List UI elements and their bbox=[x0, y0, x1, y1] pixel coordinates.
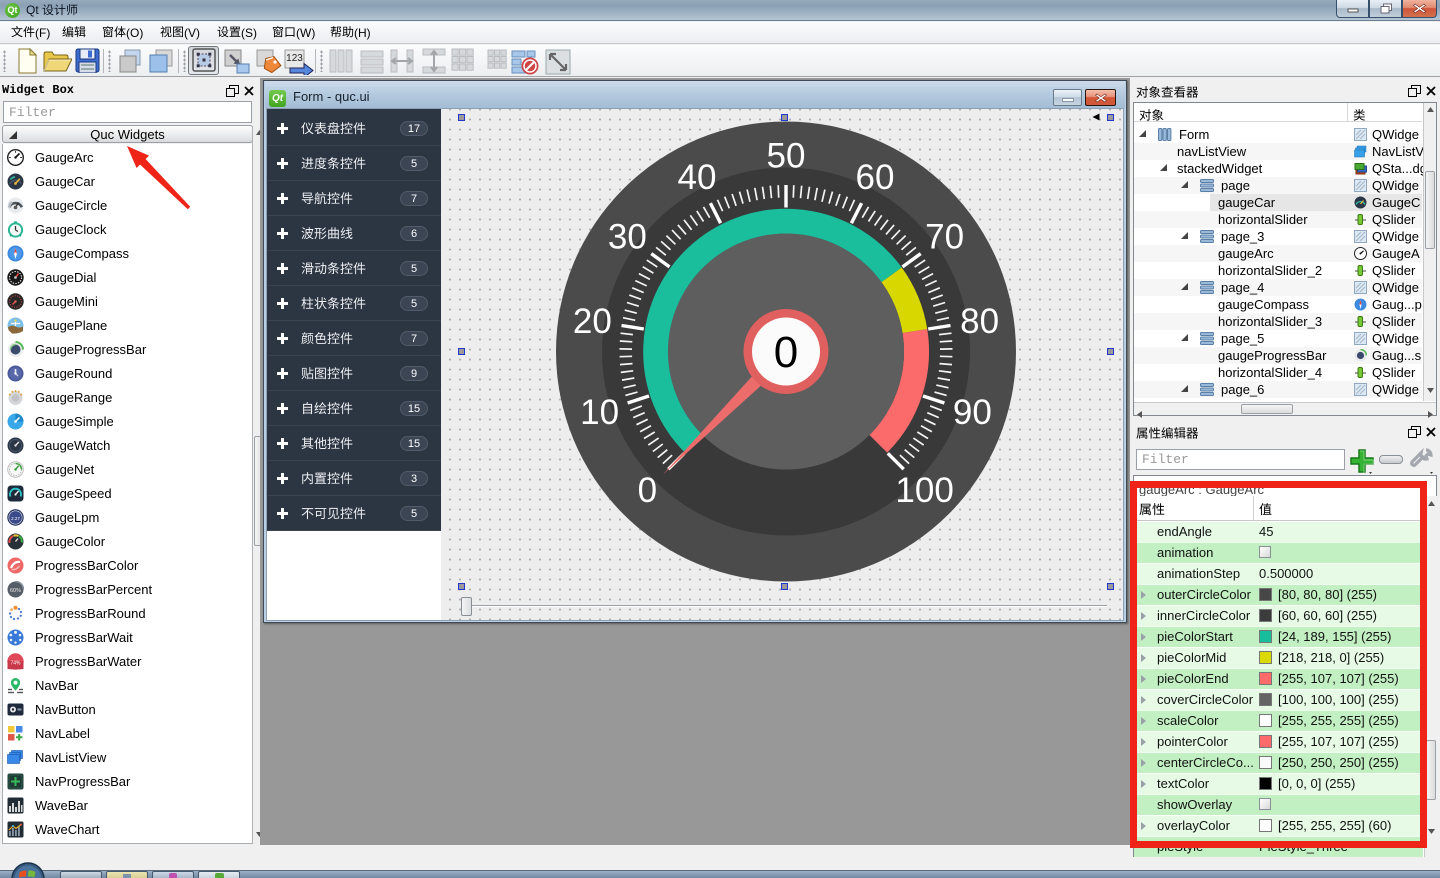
svg-text:50: 50 bbox=[767, 137, 806, 176]
svg-text:0: 0 bbox=[638, 471, 657, 510]
svg-text:60: 60 bbox=[856, 158, 895, 197]
svg-text:0: 0 bbox=[774, 328, 798, 377]
svg-text:100: 100 bbox=[895, 471, 953, 510]
svg-text:20: 20 bbox=[573, 302, 612, 341]
svg-text:90: 90 bbox=[953, 393, 992, 432]
svg-text:70: 70 bbox=[925, 217, 964, 256]
svg-text:40: 40 bbox=[678, 158, 717, 197]
svg-text:30: 30 bbox=[608, 217, 647, 256]
svg-text:80: 80 bbox=[960, 302, 999, 341]
svg-text:10: 10 bbox=[580, 393, 619, 432]
